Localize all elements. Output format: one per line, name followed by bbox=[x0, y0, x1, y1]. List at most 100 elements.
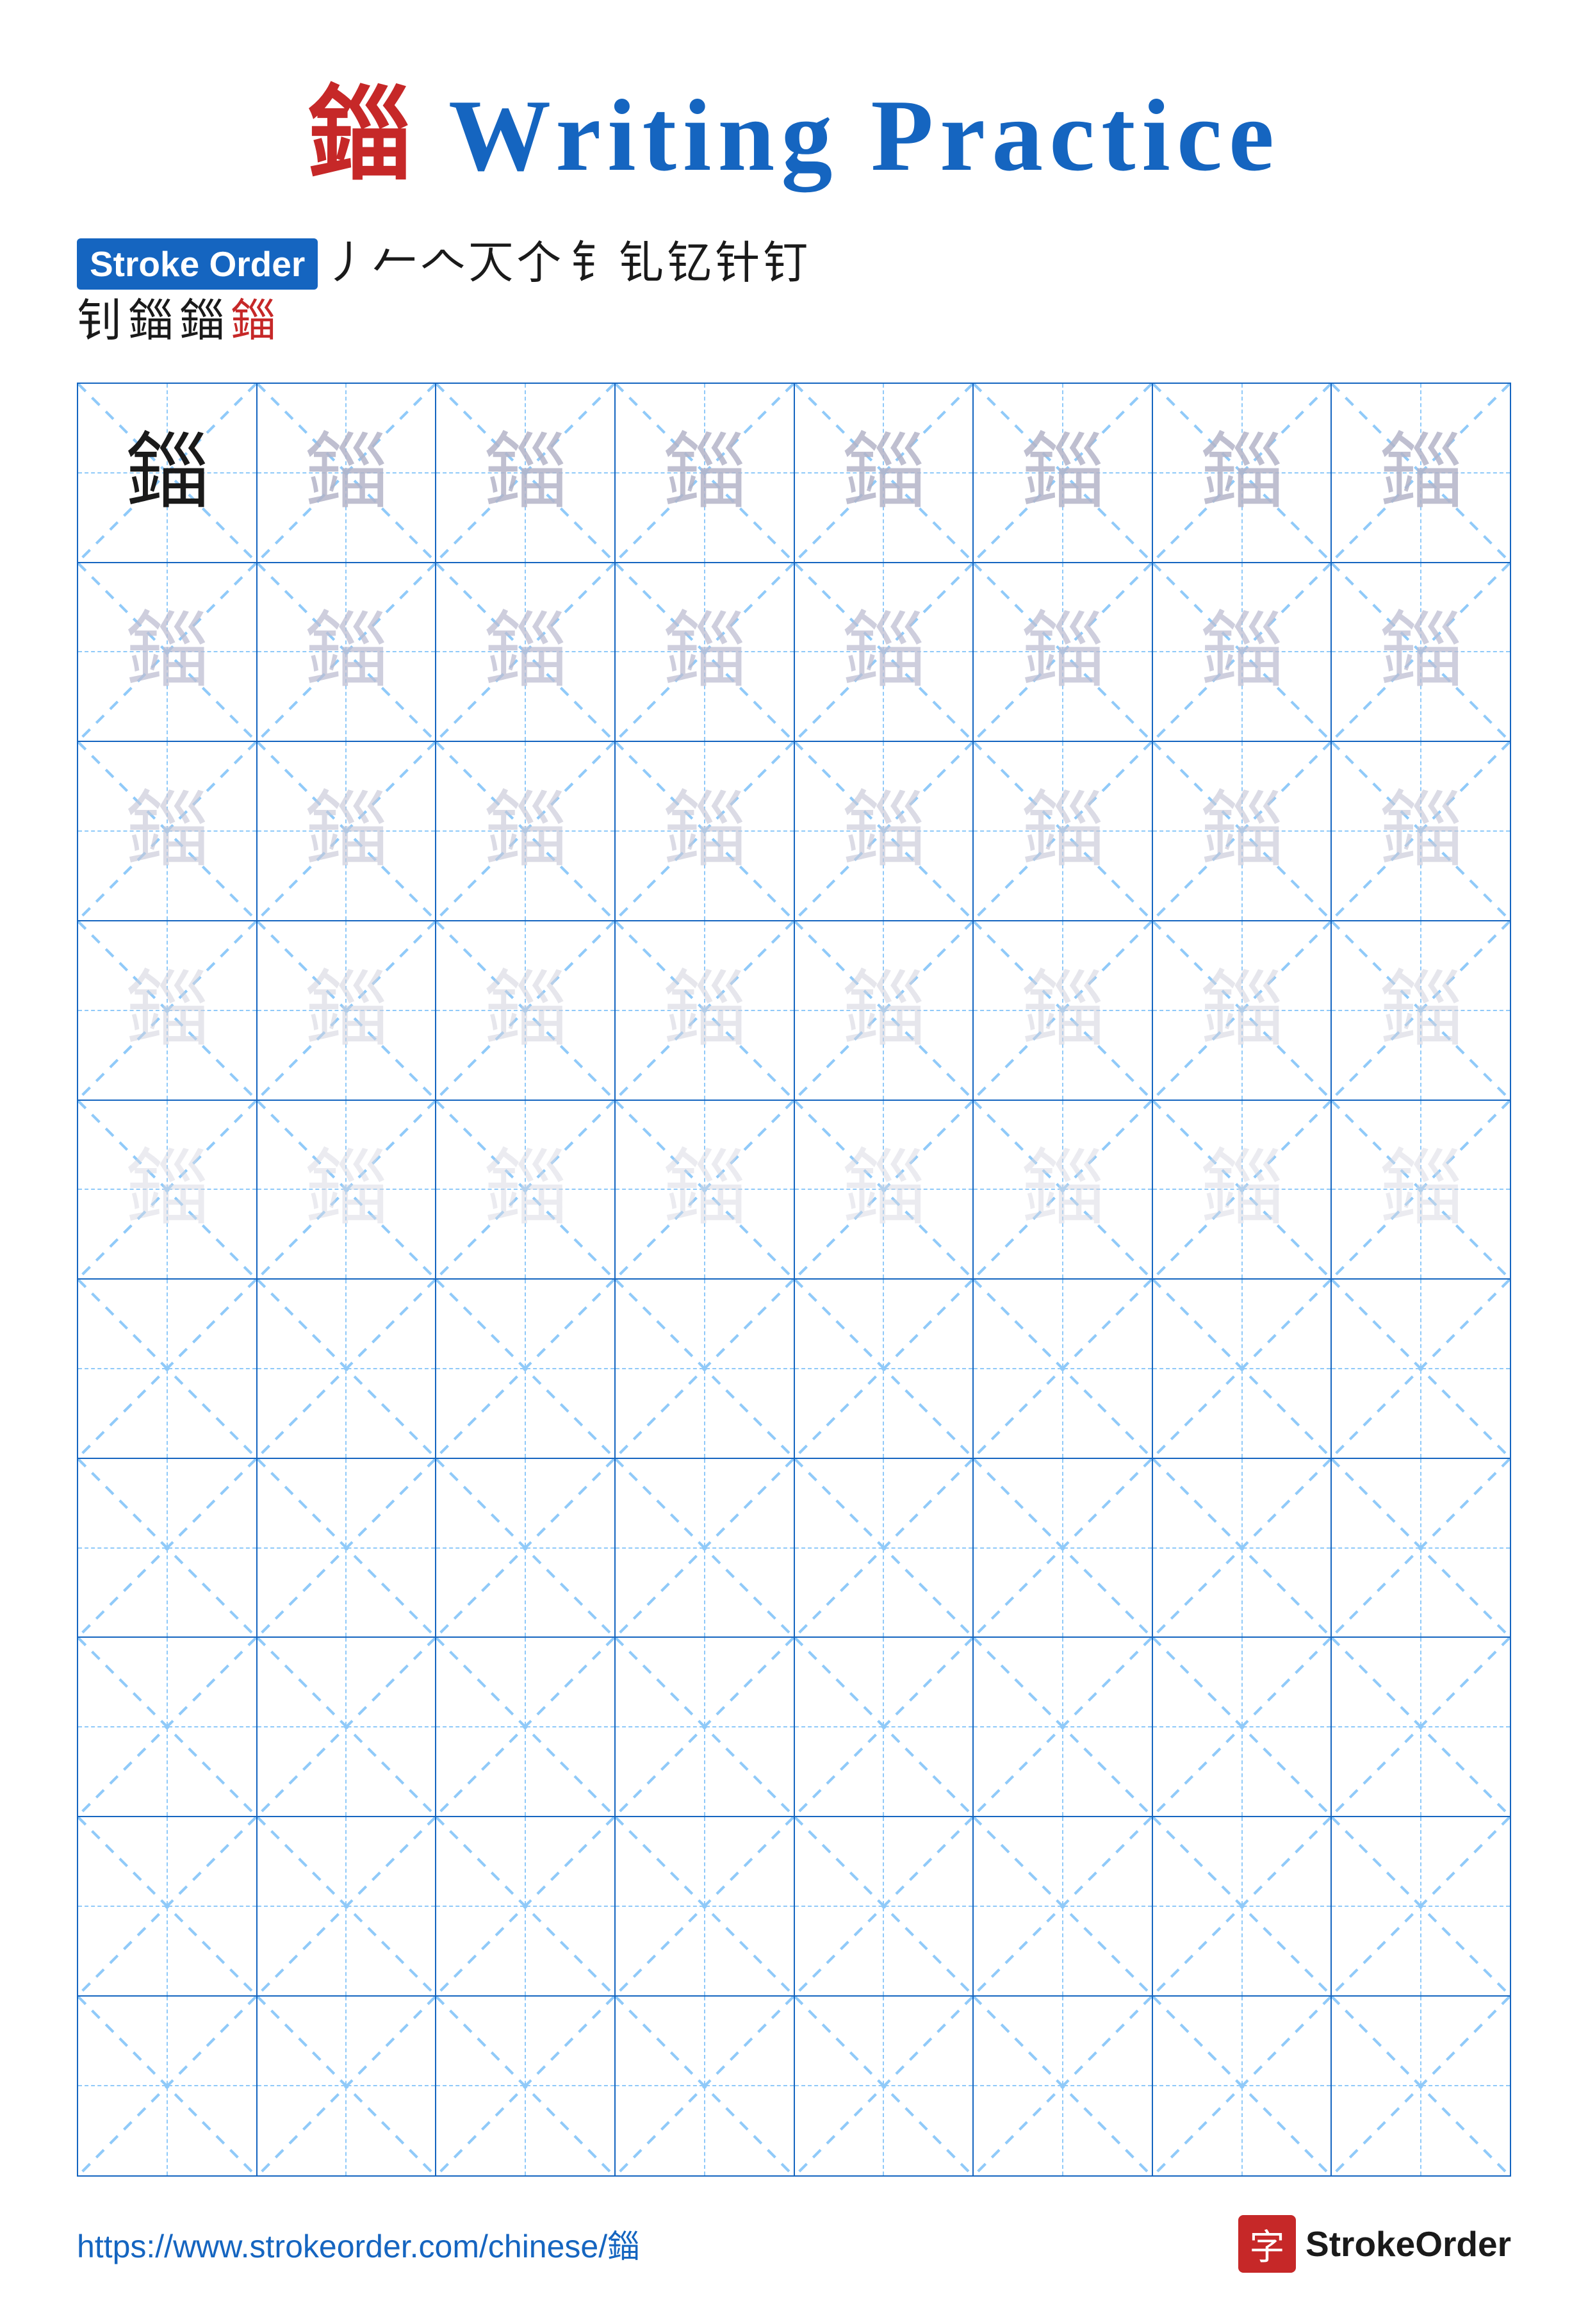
grid-cell-6-8[interactable] bbox=[1332, 1280, 1510, 1459]
cell-char-3-2: 錙 bbox=[304, 789, 388, 873]
grid-cell-1-2[interactable]: 錙 bbox=[258, 384, 437, 563]
stroke-char-10: 钇 bbox=[667, 242, 712, 286]
grid-cell-3-6[interactable]: 錙 bbox=[974, 742, 1153, 921]
grid-cell-2-1[interactable]: 錙 bbox=[78, 563, 258, 743]
grid-cell-1-1[interactable]: 錙 bbox=[78, 384, 258, 563]
grid-cell-5-7[interactable]: 錙 bbox=[1153, 1101, 1332, 1280]
grid-row-7 bbox=[78, 1459, 1510, 1638]
grid-cell-10-1[interactable] bbox=[78, 1997, 258, 2176]
grid-cell-8-1[interactable] bbox=[78, 1638, 258, 1817]
grid-cell-7-4[interactable] bbox=[616, 1459, 795, 1638]
grid-cell-4-7[interactable]: 錙 bbox=[1153, 921, 1332, 1101]
grid-cell-5-8[interactable]: 錙 bbox=[1332, 1101, 1510, 1280]
grid-cell-4-1[interactable]: 錙 bbox=[78, 921, 258, 1101]
stroke-char-11: 针 bbox=[715, 242, 760, 286]
grid-cell-10-8[interactable] bbox=[1332, 1997, 1510, 2176]
grid-cell-2-3[interactable]: 錙 bbox=[436, 563, 616, 743]
cell-char-3-3: 錙 bbox=[484, 789, 567, 873]
grid-cell-9-6[interactable] bbox=[974, 1817, 1153, 1997]
cell-char-3-5: 錙 bbox=[842, 789, 925, 873]
grid-cell-6-7[interactable] bbox=[1153, 1280, 1332, 1459]
grid-cell-8-8[interactable] bbox=[1332, 1638, 1510, 1817]
grid-cell-10-4[interactable] bbox=[616, 1997, 795, 2176]
grid-cell-4-6[interactable]: 錙 bbox=[974, 921, 1153, 1101]
grid-cell-2-7[interactable]: 錙 bbox=[1153, 563, 1332, 743]
cell-char-2-8: 錙 bbox=[1379, 610, 1462, 693]
grid-cell-9-8[interactable] bbox=[1332, 1817, 1510, 1997]
grid-cell-1-3[interactable]: 錙 bbox=[436, 384, 616, 563]
grid-cell-8-3[interactable] bbox=[436, 1638, 616, 1817]
grid-cell-2-5[interactable]: 錙 bbox=[795, 563, 974, 743]
grid-cell-2-4[interactable]: 錙 bbox=[616, 563, 795, 743]
grid-cell-8-5[interactable] bbox=[795, 1638, 974, 1817]
grid-cell-7-2[interactable] bbox=[258, 1459, 437, 1638]
grid-cell-4-3[interactable]: 錙 bbox=[436, 921, 616, 1101]
grid-cell-3-5[interactable]: 錙 bbox=[795, 742, 974, 921]
cell-char-4-1: 錙 bbox=[126, 969, 209, 1052]
grid-cell-1-7[interactable]: 錙 bbox=[1153, 384, 1332, 563]
grid-cell-3-3[interactable]: 錙 bbox=[436, 742, 616, 921]
grid-cell-9-4[interactable] bbox=[616, 1817, 795, 1997]
grid-cell-7-6[interactable] bbox=[974, 1459, 1153, 1638]
grid-cell-6-5[interactable] bbox=[795, 1280, 974, 1459]
grid-cell-1-8[interactable]: 錙 bbox=[1332, 384, 1510, 563]
grid-cell-5-1[interactable]: 錙 bbox=[78, 1101, 258, 1280]
grid-cell-6-1[interactable] bbox=[78, 1280, 258, 1459]
grid-cell-8-2[interactable] bbox=[258, 1638, 437, 1817]
grid-cell-7-8[interactable] bbox=[1332, 1459, 1510, 1638]
cell-char-2-1: 錙 bbox=[126, 610, 209, 693]
grid-cell-6-6[interactable] bbox=[974, 1280, 1153, 1459]
grid-cell-6-3[interactable] bbox=[436, 1280, 616, 1459]
grid-cell-5-4[interactable]: 錙 bbox=[616, 1101, 795, 1280]
grid-cell-5-2[interactable]: 錙 bbox=[258, 1101, 437, 1280]
grid-cell-4-2[interactable]: 錙 bbox=[258, 921, 437, 1101]
grid-cell-5-5[interactable]: 錙 bbox=[795, 1101, 974, 1280]
stroke-char-13: 钊 bbox=[77, 299, 122, 344]
grid-cell-2-6[interactable]: 錙 bbox=[974, 563, 1153, 743]
grid-cell-7-7[interactable] bbox=[1153, 1459, 1332, 1638]
grid-cell-8-6[interactable] bbox=[974, 1638, 1153, 1817]
grid-cell-9-7[interactable] bbox=[1153, 1817, 1332, 1997]
practice-grid: 錙 錙 錙 錙 錙 錙 錙 bbox=[77, 383, 1511, 2177]
stroke-char-5: 𠆤 bbox=[516, 242, 561, 286]
grid-cell-3-7[interactable]: 錙 bbox=[1153, 742, 1332, 921]
cell-char-2-3: 錙 bbox=[484, 610, 567, 693]
grid-cell-1-5[interactable]: 錙 bbox=[795, 384, 974, 563]
grid-cell-6-4[interactable] bbox=[616, 1280, 795, 1459]
grid-cell-10-5[interactable] bbox=[795, 1997, 974, 2176]
cell-char-5-3: 錙 bbox=[484, 1148, 567, 1231]
grid-cell-10-3[interactable] bbox=[436, 1997, 616, 2176]
grid-cell-9-3[interactable] bbox=[436, 1817, 616, 1997]
grid-cell-8-7[interactable] bbox=[1153, 1638, 1332, 1817]
cell-char-4-3: 錙 bbox=[484, 969, 567, 1052]
grid-cell-9-1[interactable] bbox=[78, 1817, 258, 1997]
grid-cell-4-8[interactable]: 錙 bbox=[1332, 921, 1510, 1101]
grid-cell-7-1[interactable] bbox=[78, 1459, 258, 1638]
grid-cell-2-2[interactable]: 錙 bbox=[258, 563, 437, 743]
grid-cell-10-7[interactable] bbox=[1153, 1997, 1332, 2176]
grid-cell-9-5[interactable] bbox=[795, 1817, 974, 1997]
grid-cell-6-2[interactable] bbox=[258, 1280, 437, 1459]
stroke-char-8: 钅 bbox=[571, 242, 616, 286]
stroke-char-9: 钆 bbox=[619, 242, 664, 286]
grid-cell-8-4[interactable] bbox=[616, 1638, 795, 1817]
grid-cell-10-6[interactable] bbox=[974, 1997, 1153, 2176]
grid-cell-3-2[interactable]: 錙 bbox=[258, 742, 437, 921]
grid-cell-3-4[interactable]: 錙 bbox=[616, 742, 795, 921]
grid-cell-7-5[interactable] bbox=[795, 1459, 974, 1638]
cell-char-4-4: 錙 bbox=[663, 969, 746, 1052]
grid-cell-9-2[interactable] bbox=[258, 1817, 437, 1997]
grid-cell-5-6[interactable]: 錙 bbox=[974, 1101, 1153, 1280]
grid-cell-4-4[interactable]: 錙 bbox=[616, 921, 795, 1101]
grid-cell-3-8[interactable]: 錙 bbox=[1332, 742, 1510, 921]
grid-cell-4-5[interactable]: 錙 bbox=[795, 921, 974, 1101]
grid-cell-10-2[interactable] bbox=[258, 1997, 437, 2176]
grid-cell-2-8[interactable]: 錙 bbox=[1332, 563, 1510, 743]
grid-cell-3-1[interactable]: 錙 bbox=[78, 742, 258, 921]
grid-cell-1-4[interactable]: 錙 bbox=[616, 384, 795, 563]
footer-url[interactable]: https://www.strokeorder.com/chinese/錙 bbox=[77, 2221, 639, 2267]
cell-char-3-4: 錙 bbox=[663, 789, 746, 873]
grid-cell-7-3[interactable] bbox=[436, 1459, 616, 1638]
grid-cell-5-3[interactable]: 錙 bbox=[436, 1101, 616, 1280]
grid-cell-1-6[interactable]: 錙 bbox=[974, 384, 1153, 563]
